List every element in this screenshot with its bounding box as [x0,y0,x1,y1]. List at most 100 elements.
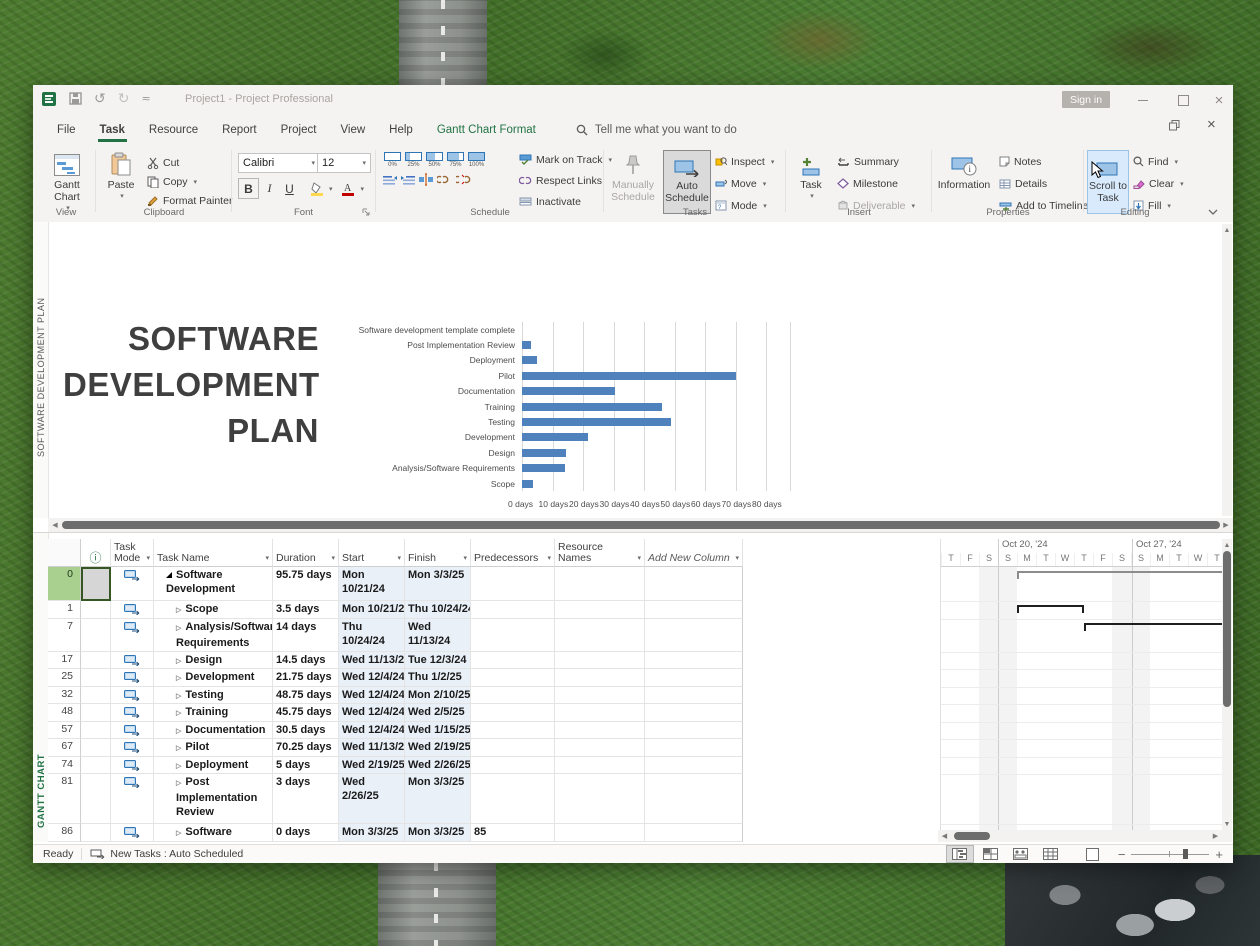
task-cell-finish[interactable]: Wed 2/26/25 [405,757,471,775]
task-cell-info[interactable] [81,669,111,687]
task-cell-start[interactable]: Wed 12/4/24 [339,722,405,740]
task-cell-res[interactable] [555,652,645,670]
task-cell-name[interactable]: ▷Analysis/Software Requirements [154,619,273,652]
task-cell-add[interactable] [645,824,743,842]
header-add[interactable]: Add New Column▾ [645,539,743,567]
bold-button[interactable]: B [238,178,259,199]
task-cell-finish[interactable]: Wed 2/19/25 [405,739,471,757]
task-cell-pred[interactable] [471,687,555,705]
paste-button[interactable]: Paste▾ [101,150,141,203]
header-pred[interactable]: Predecessors▾ [471,539,555,567]
task-cell-mode[interactable] [111,774,154,824]
task-cell-pred[interactable] [471,601,555,619]
menu-tab-project[interactable]: Project [269,115,329,145]
task-cell-duration[interactable]: 14 days [273,619,339,652]
task-cell-duration[interactable]: 0 days [273,824,339,842]
task-cell-start[interactable]: Wed 12/4/24 [339,687,405,705]
task-cell-pred[interactable] [471,774,555,824]
undo-icon[interactable]: ↺ [94,90,106,107]
split-task-icon[interactable] [419,173,433,186]
task-cell-start[interactable]: Mon 3/3/25 [339,824,405,842]
filter-caret-icon[interactable]: ▾ [397,553,401,564]
task-cell-pred[interactable] [471,567,555,601]
task-cell-duration[interactable]: 3 days [273,774,339,824]
task-cell-duration[interactable]: 30.5 days [273,722,339,740]
task-cell-duration[interactable]: 21.75 days [273,669,339,687]
task-cell-name[interactable]: ▷Scope [154,601,273,619]
menu-tab-gantt-chart-format[interactable]: Gantt Chart Format [425,115,548,145]
percent-complete-button-25[interactable]: 25% [404,151,423,168]
zoom-in-icon[interactable]: + [1215,847,1223,862]
close-document-icon[interactable]: × [1207,116,1216,133]
task-cell-info[interactable] [81,739,111,757]
zoom-out-icon[interactable]: − [1118,847,1126,862]
percent-complete-button-0[interactable]: 0% [383,151,402,168]
task-cell-res[interactable] [555,687,645,705]
insert-task-button[interactable]: Task▾ [793,150,829,203]
dropdown-caret-icon[interactable]: ▾ [361,185,365,193]
task-cell-add[interactable] [645,652,743,670]
task-cell-start[interactable]: Thu 10/24/24 [339,619,405,652]
filter-caret-icon[interactable]: ▾ [463,553,467,564]
task-cell-name[interactable]: ▷Deployment [154,757,273,775]
percent-complete-button-75[interactable]: 75% [446,151,465,168]
task-cell-info[interactable] [81,704,111,722]
task-cell-name[interactable]: ▷Documentation [154,722,273,740]
task-cell-add[interactable] [645,687,743,705]
task-cell-add[interactable] [645,567,743,601]
font-color-button[interactable]: A [339,179,358,198]
manually-schedule-button[interactable]: Manually Schedule [607,150,659,203]
close-button[interactable]: × [1199,85,1239,115]
cut-button[interactable]: Cut [147,153,232,172]
scroll-left-arrow-icon[interactable]: ◀ [940,830,949,842]
task-cell-mode[interactable] [111,567,154,601]
resource-sheet-view-shortcut[interactable] [1038,846,1064,862]
notes-button[interactable]: Notes [999,152,1088,171]
respect-links-button[interactable]: Respect Links [519,171,612,190]
header-mode[interactable]: Task Mode▾ [111,539,154,567]
task-cell-start[interactable]: Mon 10/21/24 [339,601,405,619]
task-cell-pred[interactable] [471,722,555,740]
report-view-shortcut[interactable] [1080,846,1106,862]
scroll-left-arrow-icon[interactable]: ◀ [50,518,60,532]
task-cell-finish[interactable]: Wed 2/5/25 [405,704,471,722]
mark-on-track-button[interactable]: Mark on Track▾ [519,150,612,169]
zoom-slider-thumb[interactable] [1183,849,1188,859]
tell-me-search[interactable]: Tell me what you want to do [576,115,737,145]
team-planner-view-shortcut[interactable] [1008,846,1034,862]
save-icon[interactable] [69,92,82,105]
task-cell-duration[interactable]: 5 days [273,757,339,775]
task-cell-name[interactable]: ▷Development [154,669,273,687]
row-id-cell[interactable]: 1 [48,601,81,619]
new-tasks-status[interactable]: New Tasks : Auto Scheduled [110,848,243,860]
task-cell-info[interactable] [81,687,111,705]
task-cell-name[interactable]: ▷Design [154,652,273,670]
task-cell-add[interactable] [645,739,743,757]
summary-bracket-analysis-summary[interactable] [1084,623,1223,631]
task-cell-info[interactable] [81,601,111,619]
task-cell-pred[interactable] [471,652,555,670]
task-cell-add[interactable] [645,722,743,740]
italic-button[interactable]: I [260,179,279,198]
task-cell-res[interactable] [555,824,645,842]
redo-icon[interactable]: ↻ [118,90,130,107]
task-cell-mode[interactable] [111,619,154,652]
task-cell-start[interactable]: Mon 10/21/24 [339,567,405,601]
maximize-button[interactable] [1163,85,1203,115]
gantt-chart-view-shortcut[interactable] [946,845,974,863]
task-cell-finish[interactable]: Mon 3/3/25 [405,824,471,842]
task-cell-name[interactable]: ▷Post Implementation Review [154,774,273,824]
filter-caret-icon[interactable]: ▾ [547,553,551,564]
collapsed-triangle-icon[interactable]: ▷ [176,693,181,700]
row-id-cell[interactable]: 25 [48,669,81,687]
task-cell-name[interactable]: Software Development [154,567,273,601]
task-cell-res[interactable] [555,739,645,757]
scroll-up-arrow-icon[interactable]: ▲ [1222,226,1232,234]
task-cell-start[interactable]: Wed 11/13/24 [339,652,405,670]
row-id-cell[interactable]: 48 [48,704,81,722]
row-id-cell[interactable]: 57 [48,722,81,740]
collapse-ribbon-chevron-icon[interactable] [1207,208,1219,216]
scroll-right-arrow-icon[interactable]: ▶ [1221,518,1231,532]
copy-button[interactable]: Copy▾ [147,172,232,191]
clear-button[interactable]: Clear▾ [1133,174,1184,193]
